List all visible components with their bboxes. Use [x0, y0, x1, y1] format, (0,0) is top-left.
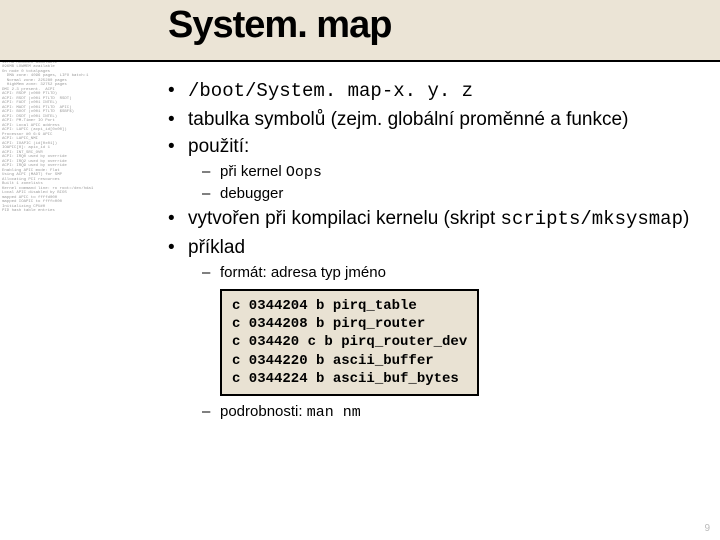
sub-list-3: při kernel Oops debugger: [188, 162, 698, 205]
bullet-3-text: použití:: [188, 136, 249, 157]
bullet-2-text: tabulka symbolů (zejm. globální proměnné…: [188, 109, 628, 130]
sub-item-5-1: formát: adresa typ jméno: [188, 263, 698, 283]
bullet-5-text: příklad: [188, 237, 245, 258]
sub-5-2-pre: podrobnosti:: [220, 403, 307, 420]
bullet-item-2: tabulka symbolů (zejm. globální proměnné…: [168, 107, 698, 133]
code-example-box: c 0344204 b pirq_table c 0344208 b pirq_…: [220, 289, 479, 396]
bullet-4-code: scripts/mksysmap: [501, 208, 683, 230]
bullet-item-1: /boot/System. map-x. y. z: [168, 78, 698, 105]
header-bar: System. map: [0, 0, 720, 62]
sub-list-5: formát: adresa typ jméno: [188, 263, 698, 283]
sub-5-1-text: formát: adresa typ jméno: [220, 264, 386, 281]
sub-3-2-text: debugger: [220, 185, 283, 202]
bullet-list: /boot/System. map-x. y. z tabulka symbol…: [168, 78, 698, 423]
bullet-item-3: použití: při kernel Oops debugger: [168, 134, 698, 204]
bullet-4-pre: vytvořen při kompilaci kernelu (skript: [188, 208, 501, 229]
sub-item-3-1: při kernel Oops: [188, 162, 698, 183]
sub-3-1-pre: při kernel: [220, 163, 286, 180]
slide-content: /boot/System. map-x. y. z tabulka symbol…: [168, 78, 698, 425]
bullet-1-code: /boot/System. map-x. y. z: [188, 80, 473, 102]
sub-item-5-2: podrobnosti: man nm: [188, 402, 698, 423]
bullet-item-4: vytvořen při kompilaci kernelu (skript s…: [168, 206, 698, 233]
bullet-item-5: příklad formát: adresa typ jméno c 03442…: [168, 235, 698, 423]
page-number: 9: [704, 523, 710, 534]
bullet-4-post: ): [683, 208, 689, 229]
sub-3-1-code: Oops: [286, 164, 322, 181]
sub-item-3-2: debugger: [188, 184, 698, 204]
sub-list-5b: podrobnosti: man nm: [188, 402, 698, 423]
sub-5-2-code: man nm: [307, 404, 361, 421]
slide-title: System. map: [168, 4, 391, 47]
